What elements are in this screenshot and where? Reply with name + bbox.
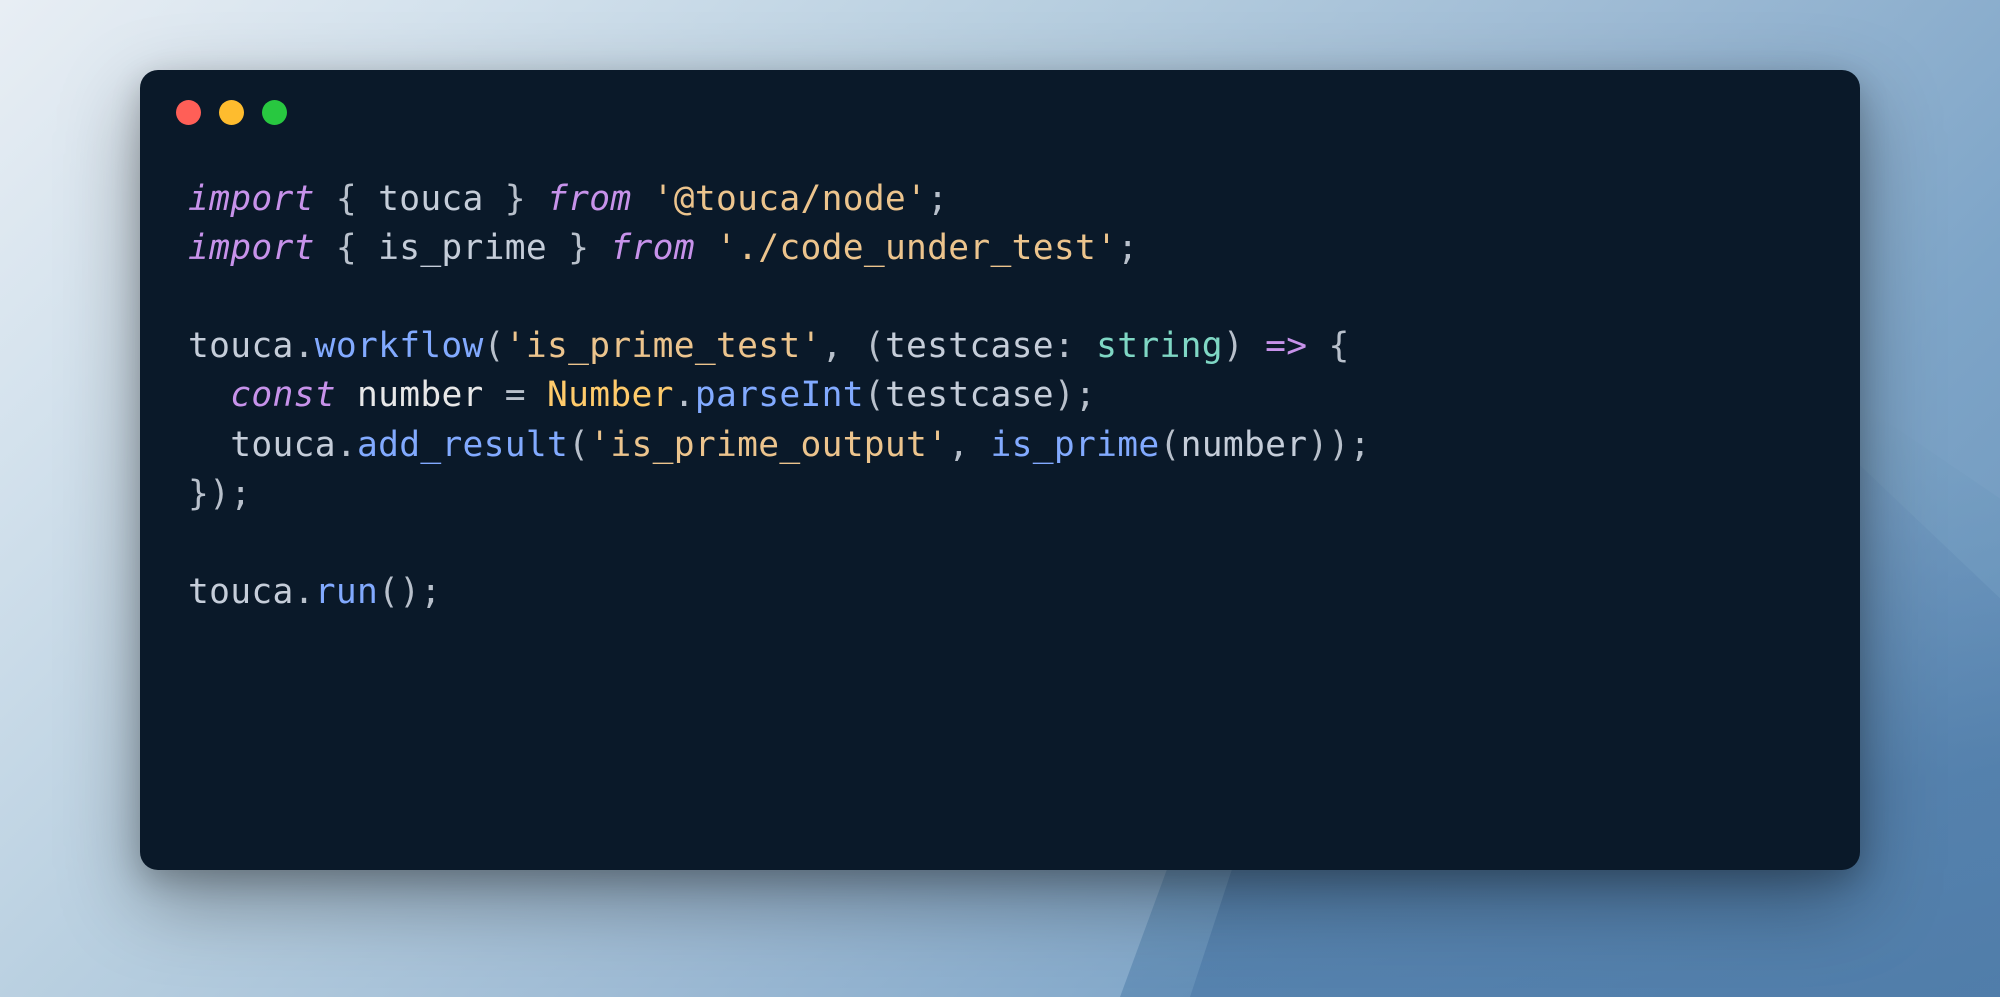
- paren-close: ));: [1307, 425, 1370, 465]
- comma-paren: , (: [822, 326, 885, 366]
- semicolon: ;: [927, 179, 948, 219]
- paren-close-semi: );: [1054, 375, 1096, 415]
- identifier-number: number: [1181, 425, 1308, 465]
- closing-brace-paren-semi: });: [188, 474, 251, 514]
- space: [632, 179, 653, 219]
- space: [336, 375, 357, 415]
- function-is-prime: is_prime: [991, 425, 1160, 465]
- identifier-is-prime: is_prime: [378, 228, 547, 268]
- keyword-const: const: [230, 375, 336, 415]
- window-titlebar: [140, 70, 1860, 135]
- arrow-operator: =>: [1265, 326, 1307, 366]
- type-string: string: [1096, 326, 1223, 366]
- identifier-touca: touca: [378, 179, 484, 219]
- string-literal: './code_under_test': [716, 228, 1117, 268]
- dot: .: [336, 425, 357, 465]
- paren-open: (: [568, 425, 589, 465]
- parens-semi: ();: [378, 572, 441, 612]
- equals: =: [484, 375, 547, 415]
- brace-open: {: [315, 228, 378, 268]
- method-parseint: parseInt: [695, 375, 864, 415]
- keyword-import: import: [188, 228, 315, 268]
- indent: [188, 375, 230, 415]
- string-literal: '@touca/node': [653, 179, 928, 219]
- identifier-touca: touca: [188, 326, 294, 366]
- code-window: import { touca } from '@touca/node'; imp…: [140, 70, 1860, 870]
- brace-open: {: [1307, 326, 1349, 366]
- dot: .: [294, 326, 315, 366]
- code-block: import { touca } from '@touca/node'; imp…: [140, 135, 1860, 657]
- class-number: Number: [547, 375, 674, 415]
- indent: [188, 425, 230, 465]
- identifier-testcase: testcase: [885, 375, 1054, 415]
- close-icon[interactable]: [176, 100, 201, 125]
- paren-close: ): [1223, 326, 1265, 366]
- param-testcase: testcase: [885, 326, 1054, 366]
- maximize-icon[interactable]: [262, 100, 287, 125]
- method-add-result: add_result: [357, 425, 568, 465]
- paren-open: (: [484, 326, 505, 366]
- minimize-icon[interactable]: [219, 100, 244, 125]
- method-workflow: workflow: [315, 326, 484, 366]
- brace-open: {: [315, 179, 378, 219]
- dot: .: [294, 572, 315, 612]
- paren-open: (: [864, 375, 885, 415]
- brace-close: }: [484, 179, 547, 219]
- method-run: run: [315, 572, 378, 612]
- space: [695, 228, 716, 268]
- dot: .: [674, 375, 695, 415]
- var-number: number: [357, 375, 484, 415]
- keyword-from: from: [610, 228, 694, 268]
- identifier-touca: touca: [188, 572, 294, 612]
- colon: :: [1054, 326, 1096, 366]
- comma: ,: [948, 425, 990, 465]
- string-literal: 'is_prime_test': [505, 326, 822, 366]
- identifier-touca: touca: [230, 425, 336, 465]
- paren-open: (: [1160, 425, 1181, 465]
- semicolon: ;: [1117, 228, 1138, 268]
- keyword-import: import: [188, 179, 315, 219]
- keyword-from: from: [547, 179, 631, 219]
- brace-close: }: [547, 228, 610, 268]
- string-literal: 'is_prime_output': [589, 425, 948, 465]
